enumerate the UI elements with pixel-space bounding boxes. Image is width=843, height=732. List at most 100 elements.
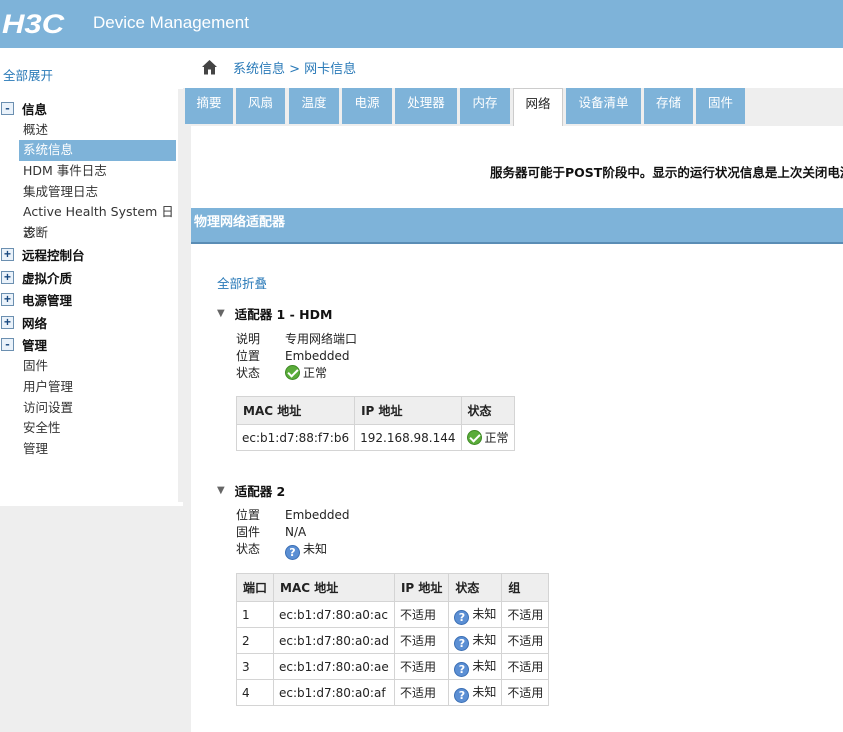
adapter-2-table: 端口 MAC 地址 IP 地址 状态 组 1 ec:b1:d7:80:a0:ac…	[235, 573, 550, 706]
detail-row: 状态 ? 未知	[236, 541, 350, 560]
unknown-icon: ?	[285, 545, 300, 560]
expand-toggle-icon[interactable]: +	[1, 315, 14, 329]
detail-value: ? 未知	[285, 541, 327, 560]
nav-group-power[interactable]: + 电源管理	[0, 289, 178, 312]
port-cell: 1	[235, 601, 275, 628]
nav-group-remote-console[interactable]: + 远程控制台	[0, 244, 178, 267]
tab-temperature[interactable]: 温度	[289, 88, 339, 124]
tab-network[interactable]: 网络	[513, 88, 563, 126]
detail-value: Embedded	[285, 508, 350, 522]
adapter-2-header[interactable]: ▼ 适配器 2	[217, 481, 285, 500]
nav-group-label[interactable]: 远程控制台	[22, 245, 85, 264]
expand-toggle-icon[interactable]: +	[1, 270, 14, 284]
nav-item-security[interactable]: 安全性	[0, 418, 178, 439]
group-cell: 不适用	[501, 627, 550, 654]
status-cell: ? 未知	[448, 679, 503, 706]
nav-item-integrated-log[interactable]: 集成管理日志	[0, 182, 178, 203]
expand-toggle-icon[interactable]: +	[1, 248, 14, 262]
tab-fans[interactable]: 风扇	[236, 88, 285, 124]
breadcrumb-path[interactable]: 系统信息 > 网卡信息	[233, 58, 356, 77]
ip-cell: 不适用	[393, 601, 450, 628]
expand-all-link[interactable]: 全部展开	[3, 65, 53, 84]
sidebar-empty-area	[0, 506, 183, 732]
adapter-1-table: MAC 地址 IP 地址 状态 ec:b1:d7:88:f7:b6 192.16…	[235, 396, 515, 451]
column-header: MAC 地址	[273, 573, 395, 602]
triangle-down-icon[interactable]: ▼	[217, 308, 225, 319]
nav-group-label[interactable]: 网络	[22, 313, 47, 332]
mac-cell: ec:b1:d7:80:a0:af	[273, 679, 395, 706]
tab-power[interactable]: 电源	[342, 88, 392, 124]
detail-row: 位置 Embedded	[236, 507, 350, 524]
detail-key: 位置	[236, 349, 261, 363]
tab-inventory[interactable]: 设备清单	[566, 88, 641, 124]
detail-key: 状态	[236, 542, 261, 556]
nav-item-overview[interactable]: 概述	[0, 120, 178, 141]
nav-group-info[interactable]: - 信息	[0, 97, 178, 120]
h3c-logo: H3C	[2, 9, 64, 39]
column-header: IP 地址	[354, 396, 462, 425]
port-cell: 4	[235, 679, 275, 706]
nav-group-network[interactable]: + 网络	[0, 311, 178, 334]
detail-value: N/A	[285, 525, 307, 539]
collapse-toggle-icon[interactable]: -	[1, 101, 14, 115]
detail-row: 位置 Embedded	[236, 348, 357, 365]
tab-firmware[interactable]: 固件	[696, 88, 745, 124]
detail-key: 固件	[236, 525, 261, 539]
detail-value: 正常	[285, 365, 327, 382]
network-page: 服务器可能于POST阶段中。显示的运行状况信息是上次关闭电源时 物理网络适配器 …	[191, 126, 843, 732]
column-header: 状态	[460, 396, 515, 425]
unknown-icon: ?	[454, 661, 470, 677]
nav-item-ahs-log[interactable]: Active Health System 日志	[0, 202, 178, 240]
nav-group-label[interactable]: 信息	[22, 99, 47, 118]
tab-summary[interactable]: 摘要	[185, 88, 233, 124]
collapse-all-link[interactable]: 全部折叠	[217, 273, 267, 292]
tab-storage[interactable]: 存储	[644, 88, 693, 124]
nav-item-system-info[interactable]: 系统信息	[19, 140, 176, 161]
adapter-1-header[interactable]: ▼ 适配器 1 - HDM	[217, 304, 332, 323]
status-text: 未知	[472, 606, 497, 621]
detail-key: 说明	[236, 332, 261, 346]
detail-key: 状态	[236, 366, 261, 380]
section-header: 物理网络适配器	[191, 208, 843, 244]
nav-item-admin[interactable]: 管理	[0, 439, 178, 460]
column-header: 状态	[448, 573, 503, 602]
nav-item-hdm-event-log[interactable]: HDM 事件日志	[0, 161, 178, 182]
nav-group-label[interactable]: 管理	[22, 335, 47, 354]
collapse-toggle-icon[interactable]: -	[1, 338, 14, 352]
nav-item-diagnostics[interactable]: 诊断	[0, 223, 178, 244]
group-cell: 不适用	[501, 653, 550, 680]
nav-group-label[interactable]: 电源管理	[22, 290, 72, 309]
table-row: 1 ec:b1:d7:80:a0:ac 不适用 ? 未知 不适用	[235, 601, 550, 628]
column-header: MAC 地址	[235, 396, 356, 425]
adapter-2-details: 位置 Embedded 固件 N/A 状态 ? 未知	[236, 507, 350, 560]
nav-item-firmware[interactable]: 固件	[0, 356, 178, 377]
logo-text: H3C	[2, 8, 65, 39]
expand-toggle-icon[interactable]: +	[1, 293, 14, 307]
status-cell: ? 未知	[448, 601, 503, 628]
mac-cell: ec:b1:d7:88:f7:b6	[235, 424, 356, 451]
triangle-down-icon[interactable]: ▼	[217, 485, 225, 496]
detail-key: 位置	[236, 508, 261, 522]
tab-processor[interactable]: 处理器	[395, 88, 457, 124]
ip-cell: 不适用	[393, 653, 450, 680]
mac-cell: ec:b1:d7:80:a0:ad	[273, 627, 395, 654]
breadcrumb: 系统信息 > 网卡信息	[201, 58, 356, 77]
status-cell: ? 未知	[448, 653, 503, 680]
status-text: 正常	[484, 431, 509, 445]
status-text: 未知	[472, 684, 497, 699]
nav-group-management[interactable]: - 管理	[0, 334, 178, 357]
table-row: 3 ec:b1:d7:80:a0:ae 不适用 ? 未知 不适用	[235, 653, 550, 680]
ok-icon	[285, 365, 300, 380]
tab-memory[interactable]: 内存	[460, 88, 510, 124]
detail-row: 说明 专用网络端口	[236, 331, 357, 348]
home-icon[interactable]	[201, 59, 218, 76]
column-header: 端口	[235, 573, 275, 602]
detail-row: 固件 N/A	[236, 524, 350, 541]
nav-item-user-management[interactable]: 用户管理	[0, 377, 178, 398]
nav-group-virtual-media[interactable]: + 虚拟介质	[0, 266, 178, 289]
unknown-icon: ?	[454, 635, 470, 651]
detail-value: Embedded	[285, 349, 350, 363]
nav-item-access-settings[interactable]: 访问设置	[0, 398, 178, 419]
table-header-row: 端口 MAC 地址 IP 地址 状态 组	[235, 573, 550, 602]
nav-group-label[interactable]: 虚拟介质	[22, 268, 72, 287]
